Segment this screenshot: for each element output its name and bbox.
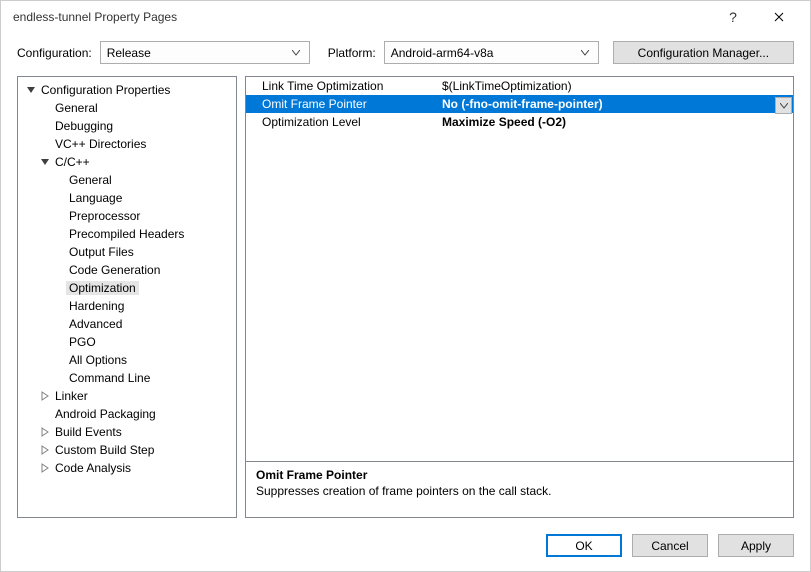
prop-value: $(LinkTimeOptimization) xyxy=(436,79,793,93)
tree-item-linker[interactable]: Linker xyxy=(18,387,236,405)
tree-item-cpp-optimization[interactable]: Optimization xyxy=(18,279,236,297)
tree-item-general[interactable]: General xyxy=(18,99,236,117)
tree-item-vcpp-dirs[interactable]: VC++ Directories xyxy=(18,135,236,153)
chevron-down-icon xyxy=(38,157,52,167)
tree-item-cpp-language[interactable]: Language xyxy=(18,189,236,207)
tree-item-cpp-output[interactable]: Output Files xyxy=(18,243,236,261)
chevron-down-icon xyxy=(577,42,594,63)
prop-row-optimization-level[interactable]: Optimization Level Maximize Speed (-O2) xyxy=(246,113,793,131)
tree-item-cpp[interactable]: C/C++ xyxy=(18,153,236,171)
chevron-right-icon xyxy=(38,427,52,437)
config-row: Configuration: Release Platform: Android… xyxy=(1,33,810,76)
tree-item-cpp-preprocessor[interactable]: Preprocessor xyxy=(18,207,236,225)
tree-item-android-packaging[interactable]: Android Packaging xyxy=(18,405,236,423)
close-icon xyxy=(774,12,784,22)
body: Configuration Properties General Debuggi… xyxy=(1,76,810,526)
chevron-right-icon xyxy=(38,445,52,455)
close-button[interactable] xyxy=(756,1,802,33)
ok-button[interactable]: OK xyxy=(546,534,622,557)
tree-item-cpp-general[interactable]: General xyxy=(18,171,236,189)
tree-pane[interactable]: Configuration Properties General Debuggi… xyxy=(17,76,237,518)
chevron-down-icon xyxy=(24,85,38,95)
configuration-manager-button[interactable]: Configuration Manager... xyxy=(613,41,794,64)
tree-item-cpp-advanced[interactable]: Advanced xyxy=(18,315,236,333)
prop-value: No (-fno-omit-frame-pointer) xyxy=(436,97,793,111)
configuration-dropdown[interactable]: Release xyxy=(100,41,310,64)
platform-label: Platform: xyxy=(328,46,376,60)
chevron-down-icon[interactable] xyxy=(775,97,792,114)
tree-item-code-analysis[interactable]: Code Analysis xyxy=(18,459,236,477)
prop-name: Optimization Level xyxy=(246,115,436,129)
tree-item-cpp-command-line[interactable]: Command Line xyxy=(18,369,236,387)
titlebar: endless-tunnel Property Pages ? xyxy=(1,1,810,33)
tree-item-cpp-pgo[interactable]: PGO xyxy=(18,333,236,351)
property-grid-pane: Link Time Optimization $(LinkTimeOptimiz… xyxy=(245,76,794,518)
property-pages-window: endless-tunnel Property Pages ? Configur… xyxy=(0,0,811,572)
configuration-label: Configuration: xyxy=(17,46,92,60)
tree-item-cpp-pch[interactable]: Precompiled Headers xyxy=(18,225,236,243)
chevron-right-icon xyxy=(38,391,52,401)
property-grid[interactable]: Link Time Optimization $(LinkTimeOptimiz… xyxy=(246,77,793,461)
tree-item-cpp-codegen[interactable]: Code Generation xyxy=(18,261,236,279)
configuration-value: Release xyxy=(107,46,288,60)
prop-value: Maximize Speed (-O2) xyxy=(436,115,793,129)
description-pane: Omit Frame Pointer Suppresses creation o… xyxy=(246,461,793,517)
prop-row-omit-frame-pointer[interactable]: Omit Frame Pointer No (-fno-omit-frame-p… xyxy=(246,95,793,113)
chevron-down-icon xyxy=(288,42,305,63)
tree-item-debugging[interactable]: Debugging xyxy=(18,117,236,135)
platform-value: Android-arm64-v8a xyxy=(391,46,577,60)
tree-root-config-props[interactable]: Configuration Properties xyxy=(18,81,236,99)
tree-item-cpp-hardening[interactable]: Hardening xyxy=(18,297,236,315)
platform-dropdown[interactable]: Android-arm64-v8a xyxy=(384,41,599,64)
prop-row-lto[interactable]: Link Time Optimization $(LinkTimeOptimiz… xyxy=(246,77,793,95)
tree-item-build-events[interactable]: Build Events xyxy=(18,423,236,441)
prop-name: Link Time Optimization xyxy=(246,79,436,93)
description-title: Omit Frame Pointer xyxy=(256,468,783,482)
prop-name: Omit Frame Pointer xyxy=(246,97,436,111)
help-button[interactable]: ? xyxy=(710,1,756,33)
cancel-button[interactable]: Cancel xyxy=(632,534,708,557)
window-title: endless-tunnel Property Pages xyxy=(13,10,710,24)
apply-button[interactable]: Apply xyxy=(718,534,794,557)
footer: OK Cancel Apply xyxy=(1,526,810,571)
chevron-right-icon xyxy=(38,463,52,473)
tree-item-custom-build-step[interactable]: Custom Build Step xyxy=(18,441,236,459)
description-body: Suppresses creation of frame pointers on… xyxy=(256,484,783,498)
tree-item-cpp-all-options[interactable]: All Options xyxy=(18,351,236,369)
